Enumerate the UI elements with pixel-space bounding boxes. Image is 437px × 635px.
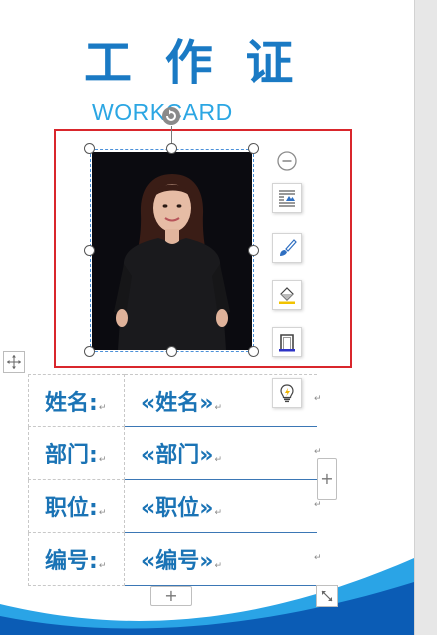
decorative-wave [0, 558, 414, 635]
table-row: 姓名:↵ «姓名»↵ [28, 374, 317, 427]
field-value: «职位» [141, 496, 214, 521]
label-cell[interactable]: 职位:↵ [28, 480, 125, 533]
value-cell[interactable]: «部门»↵ [125, 427, 317, 480]
add-row-button[interactable]: + [150, 586, 192, 606]
row-end-mark: ↵ [314, 500, 322, 510]
layout-options-button[interactable] [272, 183, 302, 213]
brush-icon [280, 239, 297, 256]
layout-options-icon [279, 190, 295, 207]
minus-circle-icon [277, 151, 297, 171]
paragraph-mark: ↵ [98, 403, 107, 413]
fill-color-button[interactable] [272, 280, 302, 310]
value-cell[interactable]: «职位»↵ [125, 480, 317, 533]
field-label: 部门: [45, 443, 98, 468]
resize-handle-left[interactable] [84, 245, 95, 256]
paragraph-mark: ↵ [98, 455, 107, 465]
window-side-gutter [414, 0, 437, 635]
label-cell[interactable]: 姓名:↵ [28, 374, 125, 427]
fill-color-icon [279, 287, 295, 304]
resize-handle-top[interactable] [166, 143, 177, 154]
paragraph-mark: ↵ [214, 508, 222, 518]
paragraph-mark: ↵ [214, 403, 222, 413]
resize-handle-right[interactable] [248, 245, 259, 256]
resize-handle-bottom[interactable] [166, 346, 177, 357]
resize-handle-top-right[interactable] [248, 143, 259, 154]
paragraph-mark: ↵ [98, 508, 107, 518]
collapse-toolbar-button[interactable] [276, 150, 298, 172]
table-resize-button[interactable] [316, 585, 338, 607]
label-cell[interactable]: 部门:↵ [28, 427, 125, 480]
card-title-chinese: 工 作 证 [84, 35, 302, 91]
border-icon [279, 334, 295, 352]
field-label: 职位: [45, 496, 98, 521]
resize-icon [321, 590, 333, 602]
row-end-mark: ↵ [314, 447, 322, 457]
paragraph-mark: ↵ [214, 455, 222, 465]
resize-handle-bottom-right[interactable] [248, 346, 259, 357]
rotate-handle-icon[interactable] [161, 106, 181, 126]
row-end-mark: ↵ [314, 394, 322, 404]
border-button[interactable] [272, 327, 302, 357]
add-column-button[interactable]: + [317, 458, 337, 500]
table-move-handle[interactable] [3, 351, 25, 373]
employee-photo[interactable] [92, 152, 252, 350]
value-cell[interactable]: «姓名»↵ [125, 374, 317, 427]
table-row: 部门:↵ «部门»↵ [28, 427, 317, 480]
resize-handle-bottom-left[interactable] [84, 346, 95, 357]
document-page: 工 作 证 WORKCARD 姓名:↵ «姓名»↵ 部门:↵ «部门»↵ 职位:… [0, 0, 414, 635]
move-icon [7, 355, 21, 369]
resize-handle-top-left[interactable] [84, 143, 95, 154]
field-label: 姓名: [45, 391, 98, 416]
field-value: «部门» [141, 443, 214, 468]
brush-button[interactable] [272, 233, 302, 263]
table-row: 职位:↵ «职位»↵ [28, 480, 317, 533]
field-value: «姓名» [141, 391, 214, 416]
